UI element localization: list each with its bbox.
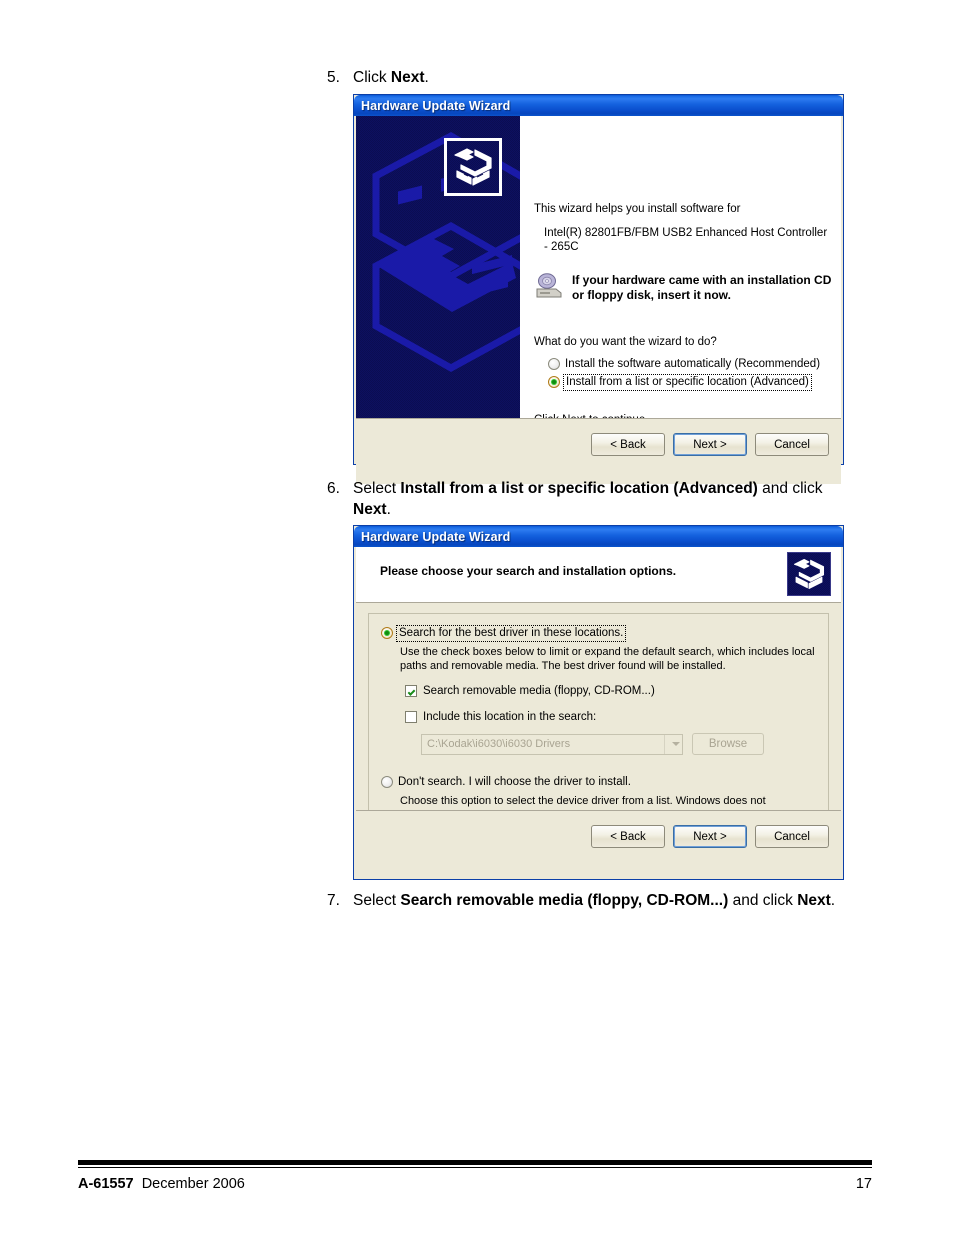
step-7-part-3: and click [728,892,798,909]
dialog1-frame: This wizard helps you install software f… [356,116,841,484]
step-6-part-5: . [386,500,391,518]
checkbox-label-removable-media: Search removable media (floppy, CD-ROM..… [423,685,655,697]
dialog2-frame: Please choose your search and installati… [356,547,841,877]
step-7-part-1: Select [353,892,401,909]
step-5-part-1: Click [353,69,391,86]
step-7-part-4: Next [797,892,831,909]
dialog1-buttons: < Back Next > Cancel [591,433,829,456]
location-path-row: C:\Kodak\i6030\i6030 Drivers Browse [421,733,816,755]
step-6-part-1: Select [353,480,401,497]
checkbox-row-include-location[interactable]: Include this location in the search: [405,709,816,725]
footer-date: December 2006 [141,1176,245,1192]
dialog1-button-strip: < Back Next > Cancel [356,418,841,484]
radio-install-automatically[interactable]: Install the software automatically (Reco… [548,355,820,373]
step-6-part-2: Install from a list or specific location… [400,480,758,497]
step-7: 7. Select Search removable media (floppy… [327,891,852,912]
step-5: 5. Click Next. [327,68,847,89]
checkbox-label-include-location: Include this location in the search: [423,711,597,723]
radio-button-icon-dont-search[interactable] [381,776,393,788]
radio-label-search: Search for the best driver in these loca… [395,624,627,642]
dialog2-title: Hardware Update Wizard [361,529,511,544]
step-7-part-5: . [830,892,836,909]
cd-note-line-1: If your hardware came with an installati… [572,273,832,287]
installation-cd-note: If your hardware came with an installati… [534,273,831,302]
wizard-options-group: Install the software automatically (Reco… [548,355,820,391]
next-button-2[interactable]: Next > [673,825,747,848]
footer-doc-number: A-61557 [78,1176,134,1192]
location-path-combobox[interactable]: C:\Kodak\i6030\i6030 Drivers [421,733,683,755]
checkbox-icon-removable-media[interactable] [405,685,417,697]
hardware-update-wizard-dialog-options[interactable]: Hardware Update Wizard Please choose you… [353,525,844,880]
wizard-lead-text: This wizard helps you install software f… [534,203,741,215]
radio-button-icon-auto[interactable] [548,358,560,370]
radio-label-advanced: Install from a list or specific location… [563,373,812,391]
dialog1-title: Hardware Update Wizard [361,98,511,113]
dialog2-button-strip: < Back Next > Cancel [356,810,841,877]
step-6: 6. Select Install from a list or specifi… [327,479,847,520]
radio-search-best-driver[interactable]: Search for the best driver in these loca… [381,624,816,642]
wizard-banner [356,116,520,418]
footer-rule [78,1160,872,1168]
radio-button-icon-advanced[interactable] [548,376,560,388]
radio-button-icon-search[interactable] [381,627,393,639]
radio-dont-search[interactable]: Don't search. I will choose the driver t… [381,773,816,791]
browse-button[interactable]: Browse [692,733,764,755]
dialog2-header-title: Please choose your search and installati… [380,564,677,578]
dialog1-body: This wizard helps you install software f… [356,116,841,426]
search-description: Use the check boxes below to limit or ex… [400,646,815,672]
cd-drive-icon [536,273,562,298]
step-5-text: Click Next. [353,68,847,89]
wizard-banner-icon [444,138,502,196]
checkbox-icon-include-location[interactable] [405,711,417,723]
footer-document-info: A-61557 December 2006 [78,1176,245,1192]
wizard-device-name: Intel(R) 82801FB/FBM USB2 Enhanced Host … [544,227,828,253]
step-6-number: 6. [327,480,340,497]
cancel-button-2[interactable]: Cancel [755,825,829,848]
radio-label-dont-search: Don't search. I will choose the driver t… [398,775,631,788]
step-7-text: Select Search removable media (floppy, C… [353,891,852,912]
location-path-value: C:\Kodak\i6030\i6030 Drivers [427,738,571,750]
back-button-2[interactable]: < Back [591,825,665,848]
hardware-wizard-icon [454,148,492,186]
hardware-wizard-header-icon [787,552,831,596]
chevron-down-icon[interactable] [664,734,682,754]
radio-label-auto: Install the software automatically (Reco… [565,357,821,370]
step-5-number: 5. [327,69,340,86]
back-button[interactable]: < Back [591,433,665,456]
wizard-question-text: What do you want the wizard to do? [534,336,717,348]
cancel-button[interactable]: Cancel [755,433,829,456]
hardware-update-wizard-dialog-welcome[interactable]: Hardware Update Wizard This wizard helps… [353,94,844,484]
step-5-part-2: Next [390,69,425,86]
step-6-part-4: Next [353,500,387,518]
document-page: 5. Click Next. Hardware Update Wizard Th… [0,0,954,1235]
dialog2-content: Search for the best driver in these loca… [356,603,841,821]
footer-page-number: 17 [855,1176,872,1192]
dialog1-titlebar[interactable]: Hardware Update Wizard [354,95,843,116]
step-6-part-3: and click [757,480,823,497]
cd-note-line-2: or floppy disk, insert it now. [572,287,731,302]
radio-install-from-list[interactable]: Install from a list or specific location… [548,373,820,391]
dialog2-titlebar[interactable]: Hardware Update Wizard [354,526,843,547]
dialog1-pane: This wizard helps you install software f… [520,116,841,426]
dialog2-header: Please choose your search and installati… [356,547,841,603]
next-button[interactable]: Next > [673,433,747,456]
hardware-wizard-icon-small [793,558,825,590]
step-6-text: Select Install from a list or specific l… [353,479,847,520]
dialog2-buttons: < Back Next > Cancel [591,825,829,848]
step-7-number: 7. [327,892,340,909]
search-options-groupbox: Search for the best driver in these loca… [368,613,829,821]
checkbox-row-removable-media[interactable]: Search removable media (floppy, CD-ROM..… [405,683,816,699]
step-5-part-3: . [424,69,429,86]
step-7-part-2: Search removable media (floppy, CD-ROM..… [400,892,729,909]
